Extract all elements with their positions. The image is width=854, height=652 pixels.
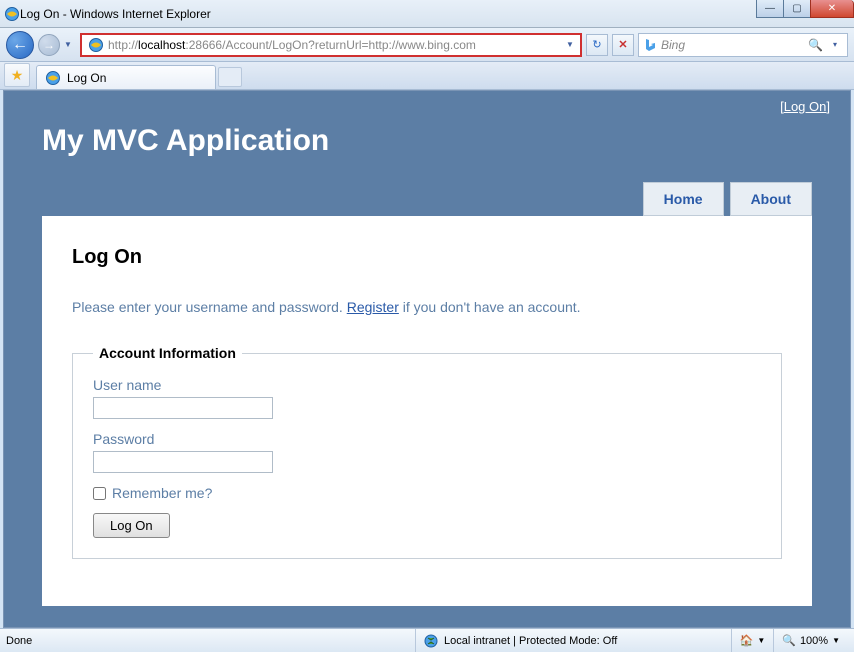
page-heading: Log On <box>72 246 782 269</box>
stop-icon: ✕ <box>618 38 627 51</box>
nav-home[interactable]: Home <box>643 182 724 216</box>
browser-navbar: ← → ▼ http://localhost:28666/Account/Log… <box>0 28 854 62</box>
arrow-right-icon: → <box>43 38 55 52</box>
password-input[interactable] <box>93 451 273 473</box>
search-dropdown[interactable]: ▾ <box>827 40 843 49</box>
refresh-icon: ↻ <box>592 38 601 51</box>
magnifier-icon: 🔍 <box>782 634 796 647</box>
history-dropdown[interactable]: ▼ <box>64 40 76 49</box>
window-title: Log On - Windows Internet Explorer <box>20 7 211 21</box>
maximize-button[interactable]: ▢ <box>783 0 811 18</box>
intro-text: Please enter your username and password.… <box>72 299 782 315</box>
minimize-button[interactable]: — <box>756 0 784 18</box>
fieldset-legend: Account Information <box>93 345 242 361</box>
refresh-button[interactable]: ↻ <box>586 34 608 56</box>
logon-button[interactable]: Log On <box>93 513 170 538</box>
window-controls: — ▢ ✕ <box>757 0 854 18</box>
chevron-down-icon: ▼ <box>757 636 765 645</box>
zoom-value: 100% <box>800 635 828 647</box>
nav-about[interactable]: About <box>730 182 812 216</box>
tab-active[interactable]: Log On <box>36 65 216 89</box>
search-placeholder: Bing <box>661 38 804 52</box>
account-links: [ Log On ] <box>4 91 850 114</box>
status-security[interactable]: 🏠 ▼ <box>732 629 775 652</box>
forward-button[interactable]: → <box>38 34 60 56</box>
search-box[interactable]: Bing 🔍 ▾ <box>638 33 848 57</box>
stop-button[interactable]: ✕ <box>612 34 634 56</box>
app-title: My MVC Application <box>4 114 850 182</box>
new-tab-button[interactable] <box>218 67 242 87</box>
status-bar: Done Local intranet | Protected Mode: Of… <box>0 628 854 652</box>
username-input[interactable] <box>93 397 273 419</box>
close-button[interactable]: ✕ <box>810 0 854 18</box>
globe-icon <box>424 634 438 648</box>
content-panel: Log On Please enter your username and pa… <box>42 216 812 606</box>
status-zone[interactable]: Local intranet | Protected Mode: Off <box>416 629 732 652</box>
shield-icon: 🏠 <box>740 634 754 647</box>
tab-bar: ★ Log On <box>0 62 854 90</box>
bing-icon <box>643 38 657 52</box>
zoom-control[interactable]: 🔍 100% ▼ <box>774 629 848 652</box>
account-fieldset: Account Information User name Password R… <box>72 345 782 559</box>
register-link[interactable]: Register <box>347 299 399 315</box>
address-text[interactable]: http://localhost:28666/Account/LogOn?ret… <box>108 38 562 52</box>
tab-title: Log On <box>67 71 106 85</box>
tab-favicon <box>45 70 61 86</box>
back-button[interactable]: ← <box>6 31 34 59</box>
star-icon: ★ <box>11 67 24 84</box>
username-label: User name <box>93 377 761 393</box>
password-label: Password <box>93 431 761 447</box>
remember-checkbox[interactable] <box>93 487 106 500</box>
search-icon[interactable]: 🔍 <box>808 38 823 52</box>
site-nav: Home About <box>4 182 850 216</box>
favorites-button[interactable]: ★ <box>4 63 30 87</box>
address-bar[interactable]: http://localhost:28666/Account/LogOn?ret… <box>80 33 582 57</box>
status-text: Done <box>6 629 416 652</box>
window-titlebar: Log On - Windows Internet Explorer — ▢ ✕ <box>0 0 854 28</box>
remember-label: Remember me? <box>112 485 212 501</box>
page-viewport: [ Log On ] My MVC Application Home About… <box>3 90 851 628</box>
arrow-left-icon: ← <box>12 36 28 54</box>
ie-icon <box>4 6 20 22</box>
address-dropdown[interactable]: ▼ <box>562 40 578 49</box>
logon-link[interactable]: Log On <box>784 99 827 114</box>
page-icon <box>88 37 104 53</box>
chevron-down-icon: ▼ <box>832 636 840 645</box>
